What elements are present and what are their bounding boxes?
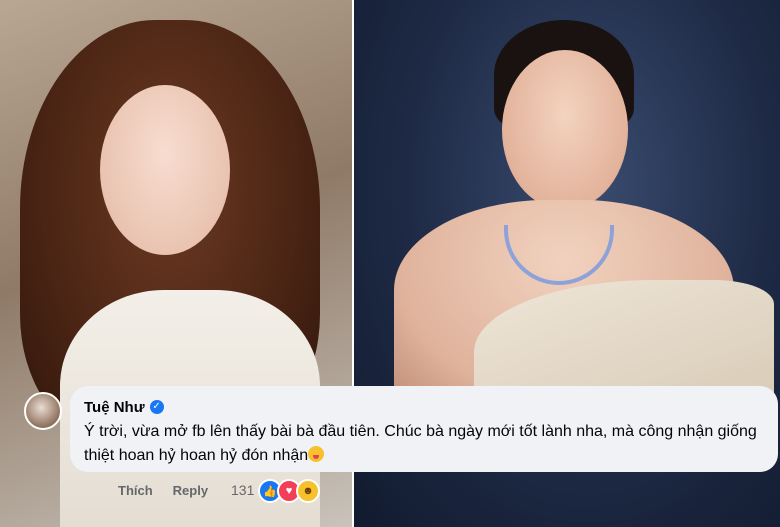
reaction-count[interactable]: 131: [231, 480, 254, 500]
comment-text: Ý trời, vừa mở fb lên thấy bài bà đầu ti…: [84, 420, 766, 468]
tongue-out-emoji-icon: [308, 446, 325, 462]
comment-actions: Thích Reply: [118, 480, 228, 500]
face-right: [502, 50, 628, 210]
reaction-icons[interactable]: 👍 ♥ ☻: [258, 479, 320, 503]
reply-button[interactable]: Reply: [173, 483, 208, 498]
avatar[interactable]: [24, 392, 62, 430]
verified-badge-icon: ✓: [149, 400, 164, 414]
haha-icon: ☻: [296, 479, 320, 503]
comment-body: Ý trời, vừa mở fb lên thấy bài bà đầu ti…: [84, 423, 757, 464]
comment-bubble: Tuệ Như ✓ Ý trời, vừa mở fb lên thấy bài…: [70, 386, 778, 472]
face-left: [100, 85, 230, 255]
comment-author[interactable]: Tuệ Như: [84, 399, 145, 416]
like-button[interactable]: Thích: [118, 483, 153, 498]
